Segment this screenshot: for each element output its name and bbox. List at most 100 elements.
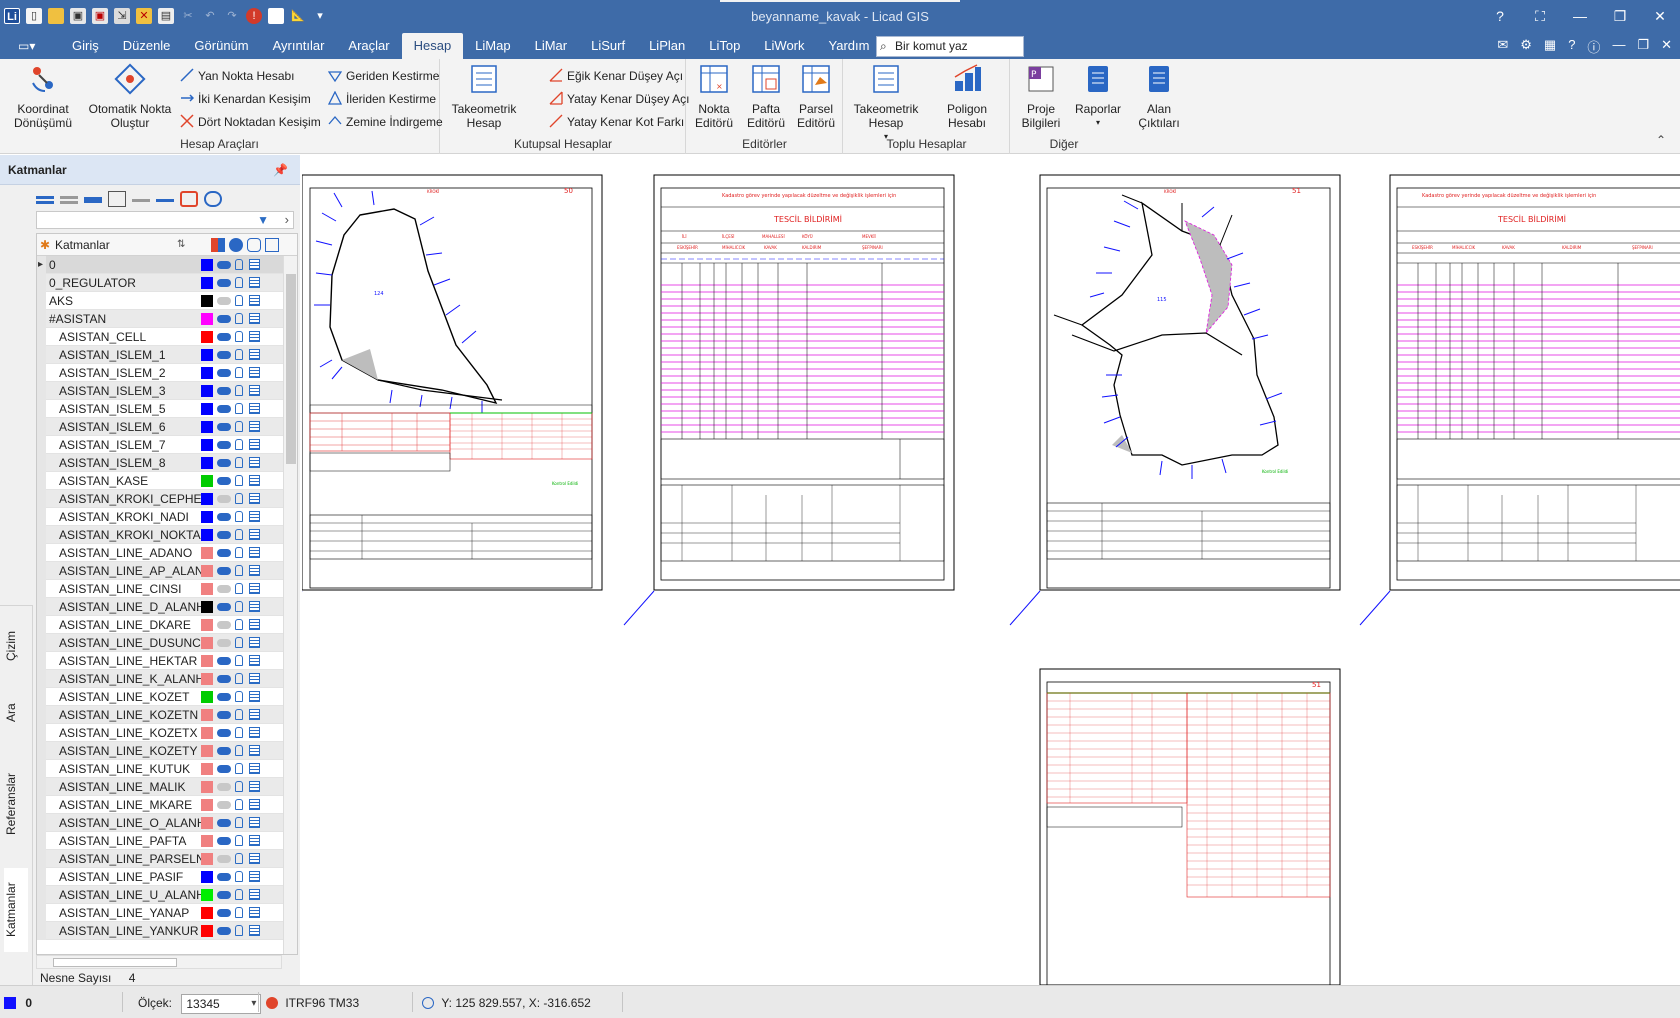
print-icon[interactable] [249, 583, 260, 594]
lock-icon[interactable] [235, 853, 243, 864]
print-icon[interactable] [249, 511, 260, 522]
lock-icon[interactable] [235, 313, 243, 324]
layer-color-swatch[interactable] [201, 493, 213, 505]
filter-expand-icon[interactable]: › [285, 212, 289, 227]
parsel-editoru-button[interactable]: Parsel Editörü [791, 63, 841, 130]
tab-limar[interactable]: LiMar [523, 33, 580, 59]
row-marker[interactable] [37, 688, 46, 706]
filter-icon[interactable]: ▼ [257, 213, 269, 227]
expand-arrow-icon[interactable]: ▸ [38, 256, 43, 274]
visibility-toggle-icon[interactable] [217, 765, 231, 773]
layer-row[interactable]: ASISTAN_LINE_MKARE [37, 796, 297, 814]
layer-color-swatch[interactable] [201, 277, 213, 289]
lock-icon[interactable] [235, 367, 243, 378]
layer-color-swatch[interactable] [201, 295, 213, 307]
print-icon[interactable] [249, 925, 260, 936]
visibility-toggle-icon[interactable] [217, 405, 231, 413]
sheet-2-tescil-form[interactable]: Kadastro görev yerinde yapılacak düzeltm… [653, 174, 955, 591]
raporlar-button[interactable]: Raporlar ▾ [1071, 63, 1125, 130]
visibility-toggle-icon[interactable] [217, 837, 231, 845]
row-marker[interactable] [37, 580, 46, 598]
row-marker[interactable] [37, 706, 46, 724]
layer-color-swatch[interactable] [201, 583, 213, 595]
row-marker[interactable] [37, 796, 46, 814]
print-icon[interactable] [249, 835, 260, 846]
layer-row[interactable]: ASISTAN_LINE_CINSI [37, 580, 297, 598]
visibility-toggle-icon[interactable] [217, 387, 231, 395]
lock-icon[interactable] [235, 655, 243, 666]
layer-color-swatch[interactable] [201, 799, 213, 811]
print-icon[interactable] [249, 493, 260, 504]
lock-icon[interactable] [235, 925, 243, 936]
dort-nokta-button[interactable]: Dört Noktadan Kesişim [180, 113, 321, 131]
layer-color-swatch[interactable] [201, 475, 213, 487]
restore-button[interactable]: ❐ [1600, 0, 1640, 33]
visibility-toggle-icon[interactable] [217, 603, 231, 611]
layer-color-swatch[interactable] [201, 421, 213, 433]
layer-row[interactable]: ASISTAN_CELL [37, 328, 297, 346]
lock-icon[interactable] [235, 277, 243, 288]
layer-color-swatch[interactable] [201, 907, 213, 919]
print-icon[interactable] [249, 421, 260, 432]
minimize-button[interactable]: — [1560, 0, 1600, 33]
layer-color-swatch[interactable] [201, 835, 213, 847]
layer-row[interactable]: 0 ▸ [37, 256, 297, 274]
layer-row[interactable]: ASISTAN_LINE_D_ALANH [37, 598, 297, 616]
print-icon[interactable] [249, 763, 260, 774]
visibility-toggle-icon[interactable] [217, 675, 231, 683]
layer-color-swatch[interactable] [201, 925, 213, 937]
poligon-hesabi-button[interactable]: Poligon Hesabı [932, 63, 1002, 130]
print-icon[interactable] [249, 691, 260, 702]
layer-color-swatch[interactable] [201, 511, 213, 523]
layer-row[interactable]: ASISTAN_KASE [37, 472, 297, 490]
print-icon[interactable] [249, 871, 260, 882]
row-marker[interactable] [37, 868, 46, 886]
lock-icon[interactable] [235, 295, 243, 306]
layer-row[interactable]: ASISTAN_LINE_KOZETY [37, 742, 297, 760]
layer-row[interactable]: ASISTAN_LINE_K_ALANH [37, 670, 297, 688]
visibility-toggle-icon[interactable] [217, 819, 231, 827]
print-column-icon[interactable] [265, 238, 279, 252]
row-marker[interactable] [37, 364, 46, 382]
lock-icon[interactable] [235, 727, 243, 738]
print-icon[interactable] [249, 367, 260, 378]
visibility-toggle-icon[interactable] [217, 279, 231, 287]
row-marker[interactable] [37, 544, 46, 562]
layer-color-swatch[interactable] [201, 367, 213, 379]
command-search-input[interactable]: ⌕ Bir komut yaz [876, 36, 1024, 57]
layer-color-swatch[interactable] [201, 889, 213, 901]
lock-icon[interactable] [235, 745, 243, 756]
print-icon[interactable] [249, 853, 260, 864]
sheet-4-tescil-form[interactable]: Kadastro görev yerinde yapılacak düzeltm… [1389, 174, 1680, 591]
row-marker[interactable] [37, 436, 46, 454]
current-layer-status[interactable]: 0 [4, 994, 32, 1012]
visibility-toggle-icon[interactable] [217, 477, 231, 485]
layer-color-swatch[interactable] [201, 439, 213, 451]
row-marker[interactable] [37, 292, 46, 310]
layer-state-icon[interactable] [156, 191, 174, 207]
layer-color-swatch[interactable] [201, 457, 213, 469]
color-column-icon[interactable] [211, 238, 225, 252]
visibility-toggle-icon[interactable] [217, 513, 231, 521]
lock-icon[interactable] [235, 403, 243, 414]
lock-icon[interactable] [235, 259, 243, 270]
print-icon[interactable] [249, 619, 260, 630]
row-marker[interactable] [37, 562, 46, 580]
row-marker[interactable] [37, 418, 46, 436]
row-marker[interactable] [37, 616, 46, 634]
proje-bilgileri-button[interactable]: P Proje Bilgileri [1015, 63, 1067, 130]
visibility-toggle-icon[interactable] [217, 801, 231, 809]
lock-icon[interactable] [235, 691, 243, 702]
row-marker[interactable] [37, 526, 46, 544]
geriden-kestirme-button[interactable]: Geriden Kestirme [328, 67, 439, 85]
row-marker[interactable] [37, 400, 46, 418]
layer-color-swatch[interactable] [201, 745, 213, 757]
pin-icon[interactable]: 📌 [273, 155, 288, 185]
row-marker[interactable] [37, 490, 46, 508]
row-marker[interactable] [37, 814, 46, 832]
lock-icon[interactable] [235, 565, 243, 576]
print-icon[interactable] [249, 727, 260, 738]
yan-nokta-button[interactable]: Yan Nokta Hesabı [180, 67, 295, 85]
visibility-toggle-icon[interactable] [217, 621, 231, 629]
layer-color-swatch[interactable] [201, 727, 213, 739]
